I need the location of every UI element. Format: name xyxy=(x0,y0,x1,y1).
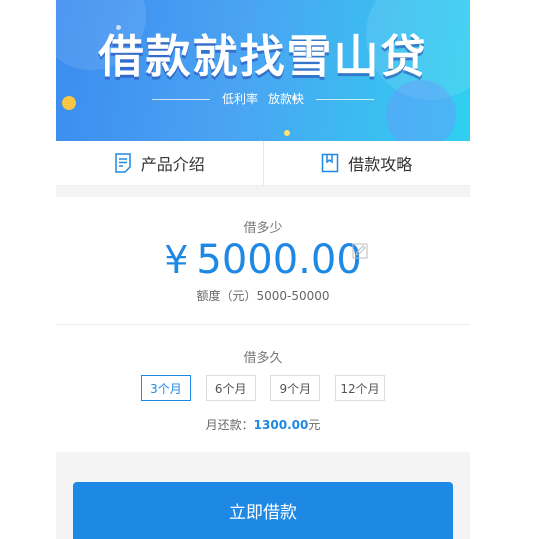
term-options: 3个月 6个月 9个月 12个月 xyxy=(141,375,385,401)
term-option-9-months[interactable]: 9个月 xyxy=(270,375,321,401)
tab-label: 借款攻略 xyxy=(348,155,413,174)
tab-product-intro[interactable]: 产品介绍 xyxy=(56,141,263,185)
loan-amount: ¥5000.00 xyxy=(56,235,470,285)
banner-headline: 借款就找雪山贷 xyxy=(98,30,428,83)
amount-range: 额度（元）5000-50000 xyxy=(196,289,330,303)
document-icon xyxy=(114,153,131,173)
repayment-value: 1300.00 xyxy=(253,418,309,432)
repayment-unit: 元 xyxy=(308,418,321,432)
currency-symbol: ¥ xyxy=(164,238,189,282)
promo-banner: 借款就找雪山贷 低利率 放款快 xyxy=(56,0,470,141)
amount-value: 5000.00 xyxy=(196,237,362,283)
term-option-12-months[interactable]: 12个月 xyxy=(334,375,385,401)
amount-label: 借多少 xyxy=(243,221,283,236)
banner-decoration xyxy=(284,130,290,136)
tagline-rule-right xyxy=(316,99,375,100)
info-tabs: 产品介绍 借款攻略 xyxy=(56,141,470,186)
loan-app: 借款就找雪山贷 低利率 放款快 产品介绍 借款攻略 借多少 ¥5000.00 额… xyxy=(56,0,470,539)
apply-loan-button[interactable]: 立即借款 xyxy=(73,482,453,539)
tagline-fast-payout: 放款快 xyxy=(268,92,305,106)
term-label: 借多久 xyxy=(243,351,283,366)
tagline-rule-left xyxy=(151,99,210,100)
loan-calculator: 借多少 ¥5000.00 额度（元）5000-50000 借多久 3个月 6个月… xyxy=(56,197,470,452)
divider xyxy=(56,324,470,325)
repayment-label: 月还款： xyxy=(205,418,254,432)
banner-tagline: 低利率 放款快 xyxy=(56,90,470,107)
edit-icon[interactable] xyxy=(352,243,368,259)
term-option-6-months[interactable]: 6个月 xyxy=(205,375,256,401)
bookmark-icon xyxy=(321,153,339,173)
tagline-low-rate: 低利率 xyxy=(221,92,258,106)
tab-loan-guide[interactable]: 借款攻略 xyxy=(262,141,471,185)
term-option-3-months[interactable]: 3个月 xyxy=(141,375,191,401)
monthly-repayment: 月还款：1300.00元 xyxy=(56,416,470,433)
tab-label: 产品介绍 xyxy=(140,155,205,174)
